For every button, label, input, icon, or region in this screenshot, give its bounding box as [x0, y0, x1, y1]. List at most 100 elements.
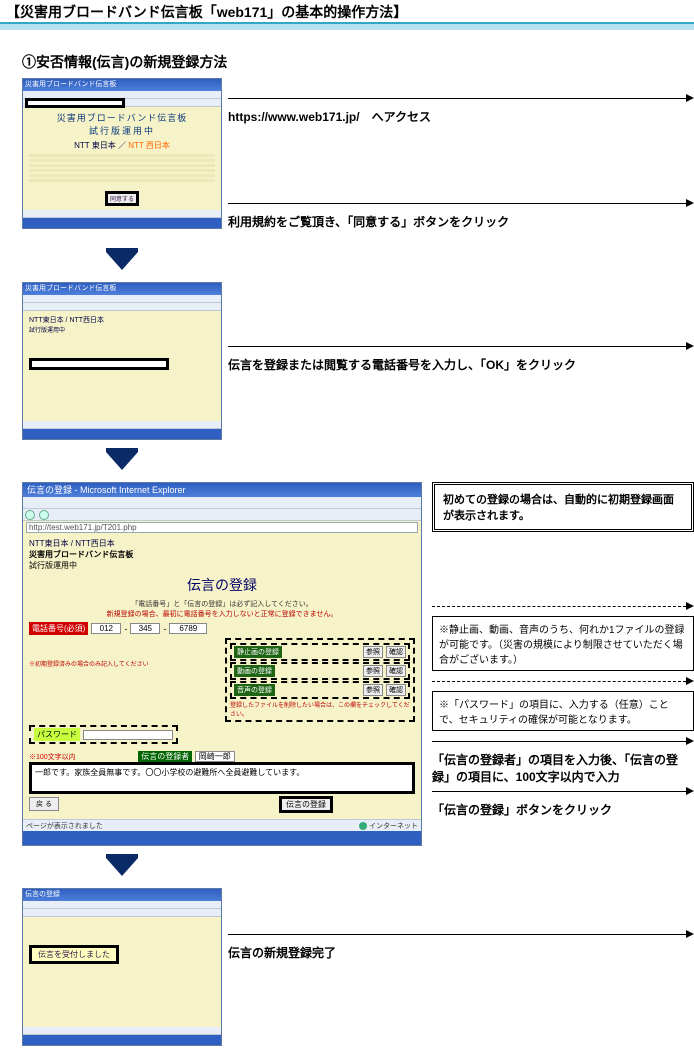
down-arrow-icon: [106, 858, 138, 876]
phone-input-1[interactable]: 012: [91, 623, 121, 634]
video-label: 動画の登録: [234, 665, 275, 677]
message-textarea[interactable]: 一郎です。家族全員無事です。〇〇小学校の避難所へ全員避難しています。: [29, 762, 415, 794]
status-bar: [23, 210, 221, 218]
taskbar: [23, 429, 221, 439]
window-title: 災害用ブロードバンド伝言板: [23, 283, 221, 295]
back-button[interactable]: 戻 る: [29, 797, 59, 811]
callout-password: ※「パスワード」の項目に、入力する（任意）ことで、セキュリティの確保が可能となり…: [432, 691, 694, 731]
status-text-right: インターネット: [369, 821, 418, 831]
status-bar: ページが表示されました インターネット: [23, 819, 421, 831]
address-row: [23, 909, 221, 917]
char-limit-note: ※100文字以内: [29, 754, 76, 761]
photo-upload-row: 静止画の登録 参照 確認: [230, 643, 410, 661]
phone-label: 電話番号(必須): [29, 622, 88, 635]
annotation-access-url: https://www.web171.jp/ へアクセス: [228, 108, 694, 125]
confirm-button[interactable]: 確認: [386, 646, 406, 658]
status-bar: [23, 421, 221, 429]
annotation-completion: 伝言の新規登録完了: [228, 944, 694, 961]
password-aside-note: ※初期登録済みの場合のみ記入してください: [29, 638, 219, 722]
step-4-row: 伝言の登録 伝言を受付しました 伝言の新規登録完了: [22, 888, 694, 1046]
browse-button[interactable]: 参照: [363, 646, 383, 658]
phone-row: 電話番号(必須) 012- 345- 6789: [29, 622, 415, 635]
password-row: パスワード: [29, 725, 178, 744]
callout-submit: 「伝言の登録」ボタンをクリック: [432, 801, 694, 818]
forward-icon[interactable]: [39, 510, 49, 520]
page-heading-2: 試行版運用中: [29, 124, 215, 137]
window-title: 災害用ブロードバンド伝言板: [23, 79, 221, 91]
logos: NTT東日本 / NTT西日本: [29, 315, 215, 325]
registrant-input[interactable]: 岡崎一郎: [195, 751, 235, 762]
menu-bar: [23, 497, 421, 509]
back-icon[interactable]: [25, 510, 35, 520]
browse-button[interactable]: 参照: [363, 665, 383, 677]
screenshot-step2: 災害用ブロードバンド伝言板 NTT東日本 / NTT西日本 試行版運用中: [22, 282, 222, 440]
confirm-button[interactable]: 確認: [386, 665, 406, 677]
phone-input-highlight[interactable]: [29, 358, 169, 370]
audio-label: 音声の登録: [234, 684, 275, 696]
files-delete-note: 登録したファイルを削除したい場合は、この欄をチェックしてください。: [230, 700, 410, 718]
status-bar: [23, 1027, 221, 1035]
confirm-button[interactable]: 確認: [386, 684, 406, 696]
browse-button[interactable]: 参照: [363, 684, 383, 696]
photo-label: 静止画の登録: [234, 646, 282, 658]
arrow-submit: [432, 787, 694, 795]
registrant-label: 伝言の登録者: [138, 751, 192, 762]
arrow-to-agree: [228, 199, 694, 207]
annotation-enter-phone: 伝言を登録または閲覧する電話番号を入力し、「OK」をクリック: [228, 356, 694, 373]
page-body: NTT東日本 / NTT西日本 試行版運用中: [23, 311, 221, 421]
taskbar: [23, 831, 421, 845]
toolbar: [23, 295, 221, 303]
arrow-registrant: [432, 737, 694, 745]
page-body: 災害用ブロードバンド伝言板 試行版運用中 NTT 東日本 ／ NTT 西日本 同…: [23, 107, 221, 210]
logo-ntt-east: NTT 東日本: [74, 141, 116, 150]
annotation-click-agree: 利用規約をご覧頂き、「同意する」ボタンをクリック: [228, 213, 694, 230]
address-bar-highlight: [25, 98, 125, 108]
callout-media: ※静止画、動画、音声のうち、何れか1ファイルの登録が可能です。（災害の規模により…: [432, 616, 694, 671]
confirmation-message: 伝言を受付しました: [29, 945, 119, 964]
logos: NTT 東日本 ／ NTT 西日本: [29, 140, 215, 151]
media-upload-group: 静止画の登録 参照 確認 動画の登録 参照 確認 音声の登録: [225, 638, 415, 722]
arrow-password-note: [432, 677, 694, 685]
internet-zone-icon: [359, 822, 367, 830]
document-title-bar: 【災害用ブロードバンド伝言板「web171」の基本的操作方法】: [0, 0, 694, 38]
arrow-to-url: [228, 94, 694, 102]
callout-first-registration: 初めての登録の場合は、自動的に初期登録画面が表示されます。: [432, 482, 694, 532]
field-note: 「電話番号」と「伝言の登録」は必ず記入してください。: [29, 599, 415, 609]
address-row: [23, 99, 221, 107]
agree-button[interactable]: 同意する: [105, 191, 139, 206]
screenshot-step3: 伝言の登録 - Microsoft Internet Explorer http…: [22, 482, 422, 846]
section-heading: ①安否情報(伝言)の新規登録方法: [22, 52, 694, 72]
password-input[interactable]: [83, 730, 173, 740]
down-arrow-icon: [106, 452, 138, 470]
address-bar[interactable]: http://test.web171.jp/T201.php: [26, 522, 418, 533]
register-message-button[interactable]: 伝言の登録: [279, 796, 333, 813]
video-upload-row: 動画の登録 参照 確認: [230, 662, 410, 680]
step-3-row: 伝言の登録 - Microsoft Internet Explorer http…: [22, 482, 694, 846]
logo-ntt-west: NTT 西日本: [128, 141, 170, 150]
step-1-row: 災害用ブロードバンド伝言板 災害用ブロードバンド伝言板 試行版運用中 NTT 東…: [22, 78, 694, 240]
window-title: 伝言の登録: [23, 889, 221, 901]
field-note2: 新規登録の場合、最初に電話番号を入力しないと正常に登録できません。: [29, 609, 415, 619]
arrow-completion: [228, 930, 694, 938]
page-sub2: 試行版運用中: [29, 560, 415, 571]
toolbar: [23, 901, 221, 909]
phone-input-2[interactable]: 345: [130, 623, 160, 634]
page-body: NTT東日本 / NTT西日本 災害用ブロードバンド伝言板 試行版運用中 伝言の…: [23, 534, 421, 819]
screenshot-step4: 伝言の登録 伝言を受付しました: [22, 888, 222, 1046]
page-heading: 伝言の登録: [29, 575, 415, 595]
password-label: パスワード: [34, 728, 80, 741]
audio-upload-row: 音声の登録 参照 確認: [230, 681, 410, 699]
callout-registrant: 「伝言の登録者」の項目を入力後、「伝言の登録」の項目に、100文字以内で入力: [432, 751, 694, 785]
phone-input-3[interactable]: 6789: [169, 623, 207, 634]
document-title: 【災害用ブロードバンド伝言板「web171」の基本的操作方法】: [6, 4, 407, 20]
address-row: [23, 303, 221, 311]
logos-sub: 試行版運用中: [29, 325, 215, 334]
taskbar: [23, 218, 221, 228]
down-arrow-icon: [106, 252, 138, 270]
screenshot-step1: 災害用ブロードバンド伝言板 災害用ブロードバンド伝言板 試行版運用中 NTT 東…: [22, 78, 222, 229]
arrow-to-phone-input: [228, 342, 694, 350]
arrow-media-note: [432, 602, 694, 610]
taskbar: [23, 1035, 221, 1045]
window-title: 伝言の登録 - Microsoft Internet Explorer: [23, 483, 421, 497]
terms-text-placeholder: [29, 154, 215, 182]
